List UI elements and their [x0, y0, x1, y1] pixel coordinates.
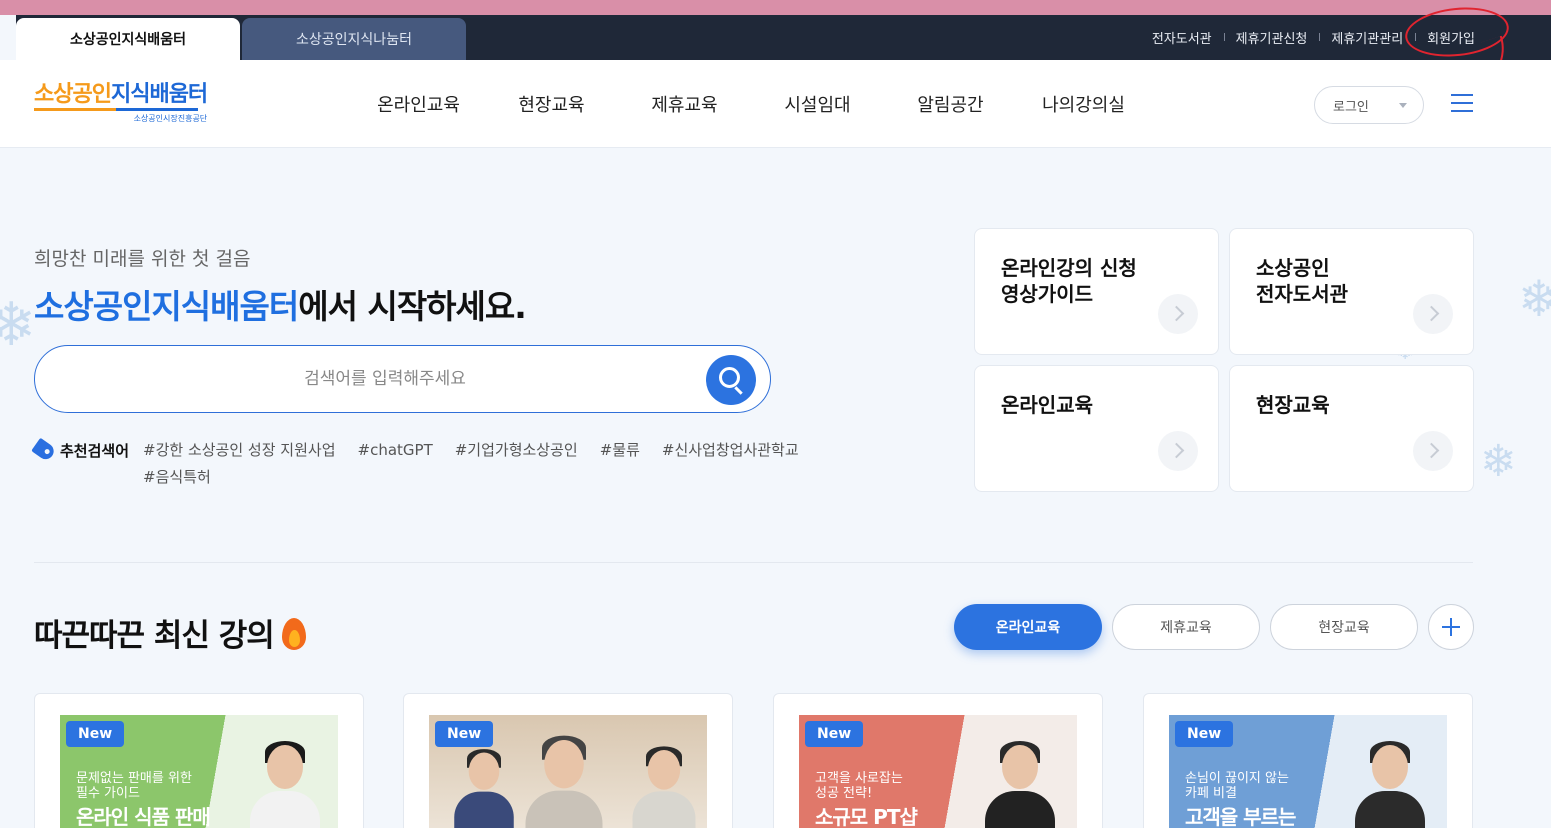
course-subtitle: 고객을 사로잡는 성공 전략! [815, 771, 903, 801]
instructor-image [632, 746, 696, 828]
instructor-image [985, 741, 1055, 828]
course-thumbnail: New 손님이 끊이지 않는 카페 비결 고객을 부르는 [1169, 715, 1447, 828]
chevron-right-icon [1413, 294, 1453, 334]
chevron-right-icon [1158, 294, 1198, 334]
nav-facility-rental[interactable]: 시설임대 [751, 91, 884, 117]
keyword-tag[interactable]: #신사업창업사관학교 [662, 438, 799, 462]
more-courses-button[interactable] [1428, 604, 1474, 650]
snowflake-icon: ❄ [0, 290, 37, 360]
quick-link-title: 온라인교육 [1001, 393, 1093, 417]
course-card[interactable]: New 문제없는 판매를 위한 필수 가이드 온라인 식품 판매 [34, 693, 364, 828]
site-tab-learning[interactable]: 소상공인지식배움터 [16, 18, 240, 60]
fire-icon [281, 616, 306, 650]
filter-online-education[interactable]: 온라인교육 [954, 604, 1102, 650]
main-header: 소상공인지식배움터 소상공인시장진흥공단 온라인교육 현장교육 제휴교육 시설임… [0, 60, 1551, 148]
keyword-tag[interactable]: #음식특허 [143, 465, 211, 489]
quick-link-video-guide[interactable]: 온라인강의 신청 영상가이드 [974, 228, 1219, 355]
login-dropdown-value: 로그인 [1333, 99, 1369, 115]
keyword-tag[interactable]: #chatGPT [358, 438, 433, 462]
site-logo[interactable]: 소상공인지식배움터 소상공인시장진흥공단 [34, 82, 208, 124]
instructor-image [250, 741, 320, 828]
snowflake-icon: ❄ [1518, 270, 1551, 328]
search-box [34, 345, 771, 413]
search-button[interactable] [706, 355, 756, 405]
instructor-image [525, 735, 603, 828]
chevron-right-icon [1158, 431, 1198, 471]
recommended-keywords: 추천검색어 #강한 소상공인 성장 지원사업 #chatGPT #기업가형소상공… [31, 437, 843, 489]
search-icon [719, 367, 740, 388]
quick-link-ebook-library[interactable]: 소상공인 전자도서관 [1229, 228, 1474, 355]
quick-link-title: 현장교육 [1256, 393, 1330, 417]
utility-link-partner-apply[interactable]: 제휴기관신청 [1223, 28, 1320, 47]
tag-icon [31, 437, 57, 463]
filter-partner-education[interactable]: 제휴교육 [1112, 604, 1260, 650]
quick-link-title: 소상공인 전자도서관 [1256, 256, 1348, 306]
utility-link-ebook-library[interactable]: 전자도서관 [1140, 28, 1224, 47]
main-nav: 온라인교육 현장교육 제휴교육 시설임대 알림공간 나의강의실 [352, 60, 1150, 148]
logo-title: 소상공인지식배움터 [34, 82, 208, 107]
site-tab-sharing[interactable]: 소상공인지식나눔터 [242, 18, 466, 60]
instructor-image [454, 749, 514, 828]
new-badge: New [805, 721, 864, 747]
instructor-image [1355, 741, 1425, 828]
course-card[interactable]: New [403, 693, 733, 828]
hero-subtitle: 희망찬 미래를 위한 첫 걸음 [34, 248, 251, 270]
new-badge: New [66, 721, 125, 747]
nav-field-education[interactable]: 현장교육 [485, 91, 618, 117]
course-thumbnail: New 고객을 사로잡는 성공 전략! 소규모 PT샵 [799, 715, 1077, 828]
site-topbar: 소상공인지식배움터 소상공인지식나눔터 전자도서관 제휴기관신청 제휴기관관리 … [16, 15, 1551, 60]
snowflake-icon: ❄ [1480, 436, 1517, 487]
course-thumbnail: New [429, 715, 707, 828]
keyword-tag[interactable]: #물류 [600, 438, 640, 462]
chevron-down-icon [1399, 103, 1407, 108]
search-input[interactable] [75, 360, 695, 398]
logo-underline [34, 108, 198, 111]
nav-notice-space[interactable]: 알림공간 [884, 91, 1017, 117]
top-promo-strip [0, 0, 1551, 15]
login-dropdown[interactable]: 로그인 [1314, 86, 1424, 124]
course-subtitle: 손님이 끊이지 않는 카페 비결 [1185, 771, 1289, 801]
filter-field-education[interactable]: 현장교육 [1270, 604, 1418, 650]
logo-subtitle: 소상공인시장진흥공단 [133, 114, 208, 123]
recommended-label: 추천검색어 [31, 437, 129, 463]
course-subtitle: 문제없는 판매를 위한 필수 가이드 [76, 771, 192, 801]
chevron-right-icon [1413, 431, 1453, 471]
quick-link-title: 온라인강의 신청 영상가이드 [1001, 256, 1137, 306]
new-badge: New [435, 721, 494, 747]
quick-link-online-education[interactable]: 온라인교육 [974, 365, 1219, 492]
nav-my-classroom[interactable]: 나의강의실 [1017, 91, 1150, 117]
menu-icon[interactable] [1451, 94, 1473, 112]
keyword-tag[interactable]: #기업가형소상공인 [455, 438, 578, 462]
course-thumbnail: New 문제없는 판매를 위한 필수 가이드 온라인 식품 판매 [60, 715, 338, 828]
course-title: 고객을 부르는 [1185, 805, 1296, 828]
utility-link-partner-manage[interactable]: 제휴기관관리 [1319, 28, 1415, 47]
nav-partner-education[interactable]: 제휴교육 [618, 91, 751, 117]
hero-title: 소상공인지식배움터에서 시작하세요. [34, 287, 527, 326]
course-title: 소규모 PT샵 [815, 805, 918, 828]
section-divider [34, 562, 1473, 563]
new-badge: New [1175, 721, 1234, 747]
quick-link-field-education[interactable]: 현장교육 [1229, 365, 1474, 492]
keyword-tag[interactable]: #강한 소상공인 성장 지원사업 [143, 438, 335, 462]
keyword-list: #강한 소상공인 성장 지원사업 #chatGPT #기업가형소상공인 #물류 … [143, 438, 843, 489]
latest-courses-title: 따끈따끈 최신 강의 [34, 610, 306, 655]
course-card[interactable]: New 고객을 사로잡는 성공 전략! 소규모 PT샵 [773, 693, 1103, 828]
course-card[interactable]: New 손님이 끊이지 않는 카페 비결 고객을 부르는 [1143, 693, 1473, 828]
nav-online-education[interactable]: 온라인교육 [352, 91, 485, 117]
course-title: 온라인 식품 판매 [76, 805, 211, 828]
